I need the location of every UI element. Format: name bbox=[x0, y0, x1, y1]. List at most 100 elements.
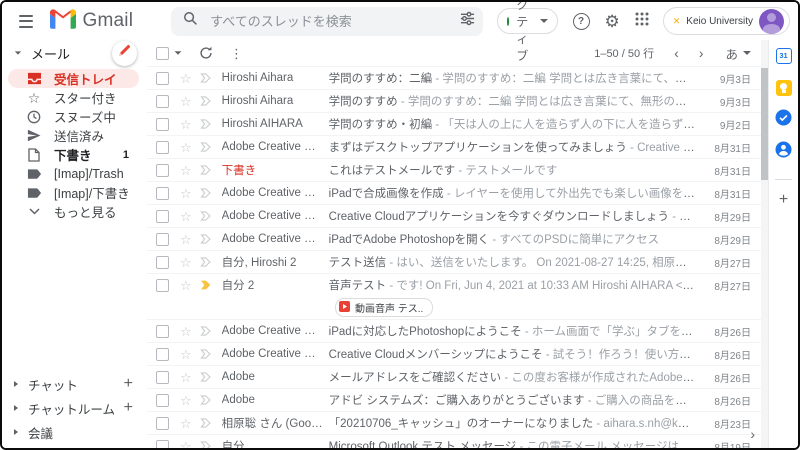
row-checkbox[interactable] bbox=[156, 417, 169, 430]
search-bar[interactable] bbox=[171, 7, 482, 36]
input-tools-selector[interactable]: あ bbox=[725, 44, 751, 63]
row-checkbox[interactable] bbox=[156, 256, 169, 269]
importance-marker-icon[interactable] bbox=[200, 73, 212, 83]
tasks-button[interactable] bbox=[775, 111, 792, 128]
compose-button[interactable] bbox=[112, 41, 137, 66]
importance-marker-icon[interactable] bbox=[200, 142, 212, 152]
get-addons-button[interactable]: + bbox=[779, 192, 788, 208]
star-icon[interactable]: ☆ bbox=[180, 164, 192, 177]
sidebar-footer-item[interactable]: 会議 bbox=[2, 420, 147, 444]
attachment-chip[interactable]: 動画音声 テス.. bbox=[335, 298, 433, 317]
importance-marker-important-icon[interactable] bbox=[200, 280, 212, 290]
importance-marker-icon[interactable] bbox=[200, 119, 212, 129]
star-icon[interactable]: ☆ bbox=[180, 95, 192, 108]
sidebar-item[interactable]: ☆スター付き bbox=[8, 88, 139, 107]
star-icon[interactable]: ☆ bbox=[180, 417, 192, 430]
add-button[interactable]: + bbox=[124, 376, 133, 392]
email-row[interactable]: ☆Hiroshi Aihara学問のすすめ - 学問のすすめ：二編 学問とは広き… bbox=[147, 90, 761, 113]
row-checkbox[interactable] bbox=[156, 233, 169, 246]
star-icon[interactable]: ☆ bbox=[180, 325, 192, 338]
sidebar-item[interactable]: 送信済み bbox=[8, 126, 139, 145]
sidebar-item[interactable]: もっと見る bbox=[8, 202, 139, 221]
row-checkbox[interactable] bbox=[156, 440, 169, 449]
newer-page-button[interactable]: ‹ bbox=[674, 46, 679, 60]
side-panel-toggle[interactable]: › bbox=[750, 427, 755, 441]
importance-marker-icon[interactable] bbox=[200, 165, 212, 175]
account-avatar[interactable] bbox=[759, 9, 784, 34]
email-row[interactable]: ☆Hiroshi Aihara学問のすすめ：二編 - 学問のすすめ：二編 学問と… bbox=[147, 67, 761, 90]
search-options-icon[interactable] bbox=[460, 11, 475, 31]
row-checkbox[interactable] bbox=[156, 141, 169, 154]
star-icon[interactable]: ☆ bbox=[180, 279, 192, 292]
mail-section-header[interactable]: メール bbox=[2, 42, 147, 64]
row-checkbox[interactable] bbox=[156, 164, 169, 177]
row-checkbox[interactable] bbox=[156, 118, 169, 131]
main-menu-icon[interactable] bbox=[16, 11, 36, 32]
scrollbar-thumb[interactable] bbox=[761, 68, 768, 180]
star-icon[interactable]: ☆ bbox=[180, 256, 192, 269]
help-button[interactable]: ? bbox=[573, 13, 590, 30]
star-icon[interactable]: ☆ bbox=[180, 348, 192, 361]
search-input[interactable] bbox=[208, 13, 459, 30]
refresh-button[interactable] bbox=[199, 46, 213, 60]
importance-marker-icon[interactable] bbox=[200, 211, 212, 221]
star-icon[interactable]: ☆ bbox=[180, 210, 192, 223]
email-row[interactable]: ☆Adobeメールアドレスをご確認ください - この度お客様が作成されたAdob… bbox=[147, 366, 761, 389]
email-row[interactable]: ☆自分, Hiroshi 2テスト送信 - はい、送信をいたします。 On 20… bbox=[147, 251, 761, 274]
sidebar-item[interactable]: [Imap]/Trash bbox=[8, 164, 139, 183]
star-icon[interactable]: ☆ bbox=[180, 118, 192, 131]
star-icon[interactable]: ☆ bbox=[180, 141, 192, 154]
status-selector[interactable]: アクティブ bbox=[497, 8, 558, 34]
calendar-button[interactable]: 31 bbox=[775, 47, 792, 64]
email-row[interactable]: ☆Adobe Creative CloudiPadに対応したPhotoshopに… bbox=[147, 320, 761, 343]
star-icon[interactable]: ☆ bbox=[180, 187, 192, 200]
star-icon[interactable]: ☆ bbox=[180, 440, 192, 449]
email-row[interactable]: ☆Adobe Creative CloudiPadで合成画像を作成 - レイヤー… bbox=[147, 182, 761, 205]
select-all-checkbox[interactable] bbox=[156, 47, 169, 60]
keep-button[interactable] bbox=[775, 79, 792, 96]
importance-marker-icon[interactable] bbox=[200, 441, 212, 448]
importance-marker-icon[interactable] bbox=[200, 349, 212, 359]
importance-marker-icon[interactable] bbox=[200, 257, 212, 267]
email-row[interactable]: ☆自分 2音声テスト - です! On Fri, Jun 4, 2021 at … bbox=[147, 274, 761, 320]
row-checkbox[interactable] bbox=[156, 348, 169, 361]
email-row[interactable]: ☆Adobe Creative CloudiPadでAdobe Photosho… bbox=[147, 228, 761, 251]
sidebar-item[interactable]: 下書き1 bbox=[8, 145, 139, 164]
importance-marker-icon[interactable] bbox=[200, 234, 212, 244]
importance-marker-icon[interactable] bbox=[200, 372, 212, 382]
email-row[interactable]: ☆自分Microsoft Outlook テスト メッセージ - この電子メール… bbox=[147, 435, 761, 448]
row-checkbox[interactable] bbox=[156, 210, 169, 223]
importance-marker-icon[interactable] bbox=[200, 96, 212, 106]
importance-marker-icon[interactable] bbox=[200, 418, 212, 428]
row-checkbox[interactable] bbox=[156, 279, 169, 292]
email-row[interactable]: ☆Adobe Creative Cloudまずはデスクトップアプリケーションを使… bbox=[147, 136, 761, 159]
sidebar-item[interactable]: スヌーズ中 bbox=[8, 107, 139, 126]
email-row[interactable]: ☆Adobe Creative CloudCreative Cloudアプリケー… bbox=[147, 205, 761, 228]
sidebar-item[interactable]: 受信トレイ bbox=[8, 69, 139, 88]
importance-marker-icon[interactable] bbox=[200, 395, 212, 405]
more-options-button[interactable]: ⋮ bbox=[230, 47, 243, 60]
row-checkbox[interactable] bbox=[156, 95, 169, 108]
google-apps-button[interactable] bbox=[635, 12, 649, 31]
row-checkbox[interactable] bbox=[156, 394, 169, 407]
importance-marker-icon[interactable] bbox=[200, 188, 212, 198]
email-row[interactable]: ☆Hiroshi AIHARA学問のすすめ・初編 - 「天は人の上に人を造らず人… bbox=[147, 113, 761, 136]
older-page-button[interactable]: › bbox=[699, 46, 704, 60]
scrollbar-track[interactable] bbox=[761, 40, 768, 448]
star-icon[interactable]: ☆ bbox=[180, 72, 192, 85]
settings-button[interactable]: ⚙ bbox=[605, 13, 620, 30]
row-checkbox[interactable] bbox=[156, 187, 169, 200]
importance-marker-icon[interactable] bbox=[200, 326, 212, 336]
email-row[interactable]: ☆下書きこれはテストメールです - テストメールです8月31日 bbox=[147, 159, 761, 182]
search-icon[interactable] bbox=[183, 11, 198, 31]
add-button[interactable]: + bbox=[124, 400, 133, 416]
star-icon[interactable]: ☆ bbox=[180, 233, 192, 246]
star-icon[interactable]: ☆ bbox=[180, 394, 192, 407]
contacts-button[interactable] bbox=[775, 143, 792, 160]
row-checkbox[interactable] bbox=[156, 371, 169, 384]
sidebar-footer-item[interactable]: チャット+ bbox=[2, 372, 147, 396]
row-checkbox[interactable] bbox=[156, 325, 169, 338]
sidebar-item[interactable]: [Imap]/下書き bbox=[8, 183, 139, 202]
email-row[interactable]: ☆相原聡 さん (Google チ...「20210706_キャッシュ」のオーナ… bbox=[147, 412, 761, 435]
org-account-badge[interactable]: ✕ Keio University bbox=[663, 7, 790, 35]
